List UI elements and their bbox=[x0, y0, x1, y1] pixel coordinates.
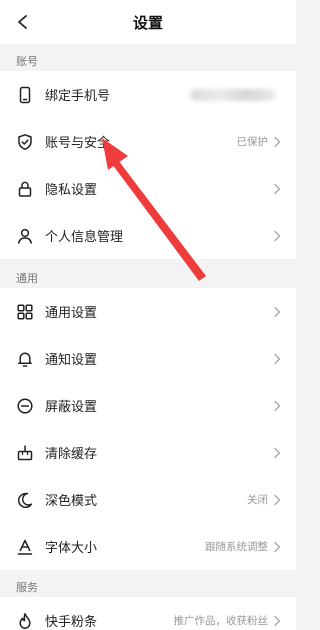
broom-icon bbox=[15, 443, 35, 463]
chevron-right-icon bbox=[272, 446, 282, 460]
section-label-account: 账号 bbox=[16, 55, 38, 68]
chevron-right-icon bbox=[272, 399, 282, 413]
settings-item-label: 清除缓存 bbox=[45, 447, 98, 462]
settings-item-label: 通用设置 bbox=[45, 306, 98, 321]
moon-icon bbox=[15, 490, 35, 510]
general-group: 通用设置 通知设置 屏蔽设置 清除缓存 深色模式 关闭 字体大小 跟随系统调整 bbox=[0, 288, 296, 570]
settings-item-value: 跟随系统调整 bbox=[205, 541, 268, 553]
section-label-service: 服务 bbox=[16, 581, 38, 594]
settings-item-value: 推广作品，收获粉丝 bbox=[173, 615, 269, 627]
settings-item-label: 隐私设置 bbox=[45, 183, 98, 198]
settings-item-label: 账号与安全 bbox=[45, 136, 111, 151]
settings-item-label: 字体大小 bbox=[45, 541, 98, 556]
settings-item-bind-phone[interactable]: 绑定手机号 bbox=[0, 71, 296, 118]
settings-item-value: 关闭 bbox=[247, 494, 268, 506]
settings-item-kuaishou-promotion[interactable]: 快手粉条 推广作品，收获粉丝 bbox=[0, 597, 296, 630]
settings-item-value: 已保护 bbox=[236, 136, 269, 148]
settings-item-privacy[interactable]: 隐私设置 bbox=[0, 165, 296, 212]
person-icon bbox=[15, 226, 35, 246]
page-title: 设置 bbox=[132, 13, 163, 32]
settings-item-personal-info[interactable]: 个人信息管理 bbox=[0, 212, 296, 259]
flame-icon bbox=[15, 611, 35, 630]
settings-item-label: 通知设置 bbox=[45, 353, 98, 368]
chevron-right-icon bbox=[272, 229, 282, 243]
back-arrow-icon bbox=[18, 15, 27, 29]
settings-item-label: 绑定手机号 bbox=[45, 89, 111, 104]
chevron-right-icon bbox=[272, 540, 282, 554]
chevron-right-icon bbox=[272, 493, 282, 507]
chevron-right-icon bbox=[272, 614, 282, 628]
service-group: 快手粉条 推广作品，收获粉丝 bbox=[0, 597, 296, 630]
settings-item-dark-mode[interactable]: 深色模式 关闭 bbox=[0, 476, 296, 523]
settings-item-label: 快手粉条 bbox=[45, 615, 98, 630]
settings-item-label: 屏蔽设置 bbox=[45, 400, 98, 415]
settings-item-general[interactable]: 通用设置 bbox=[0, 288, 296, 335]
grid-icon bbox=[15, 302, 35, 322]
phone-icon bbox=[15, 85, 35, 105]
account-group: 绑定手机号 账号与安全 已保护 隐私设置 个人信息管理 bbox=[0, 71, 296, 259]
chevron-right-icon bbox=[272, 182, 282, 196]
settings-item-font-size[interactable]: 字体大小 跟随系统调整 bbox=[0, 523, 296, 570]
lock-icon bbox=[15, 179, 35, 199]
font-size-icon bbox=[15, 537, 35, 557]
back-button[interactable] bbox=[10, 9, 36, 35]
settings-item-notifications[interactable]: 通知设置 bbox=[0, 335, 296, 382]
shield-icon bbox=[15, 132, 35, 152]
settings-item-account-security[interactable]: 账号与安全 已保护 bbox=[0, 118, 296, 165]
chevron-right-icon bbox=[272, 352, 282, 366]
block-minus-icon bbox=[15, 396, 35, 416]
settings-item-clear-cache[interactable]: 清除缓存 bbox=[0, 429, 296, 476]
settings-item-block[interactable]: 屏蔽设置 bbox=[0, 382, 296, 429]
masked-phone-number bbox=[190, 88, 276, 101]
section-label-general: 通用 bbox=[16, 272, 38, 285]
bell-icon bbox=[15, 349, 35, 369]
top-bar: 设置 bbox=[0, 0, 296, 44]
settings-item-label: 深色模式 bbox=[45, 494, 98, 509]
settings-item-label: 个人信息管理 bbox=[45, 230, 124, 245]
chevron-right-icon bbox=[272, 305, 282, 319]
chevron-right-icon bbox=[272, 135, 282, 149]
